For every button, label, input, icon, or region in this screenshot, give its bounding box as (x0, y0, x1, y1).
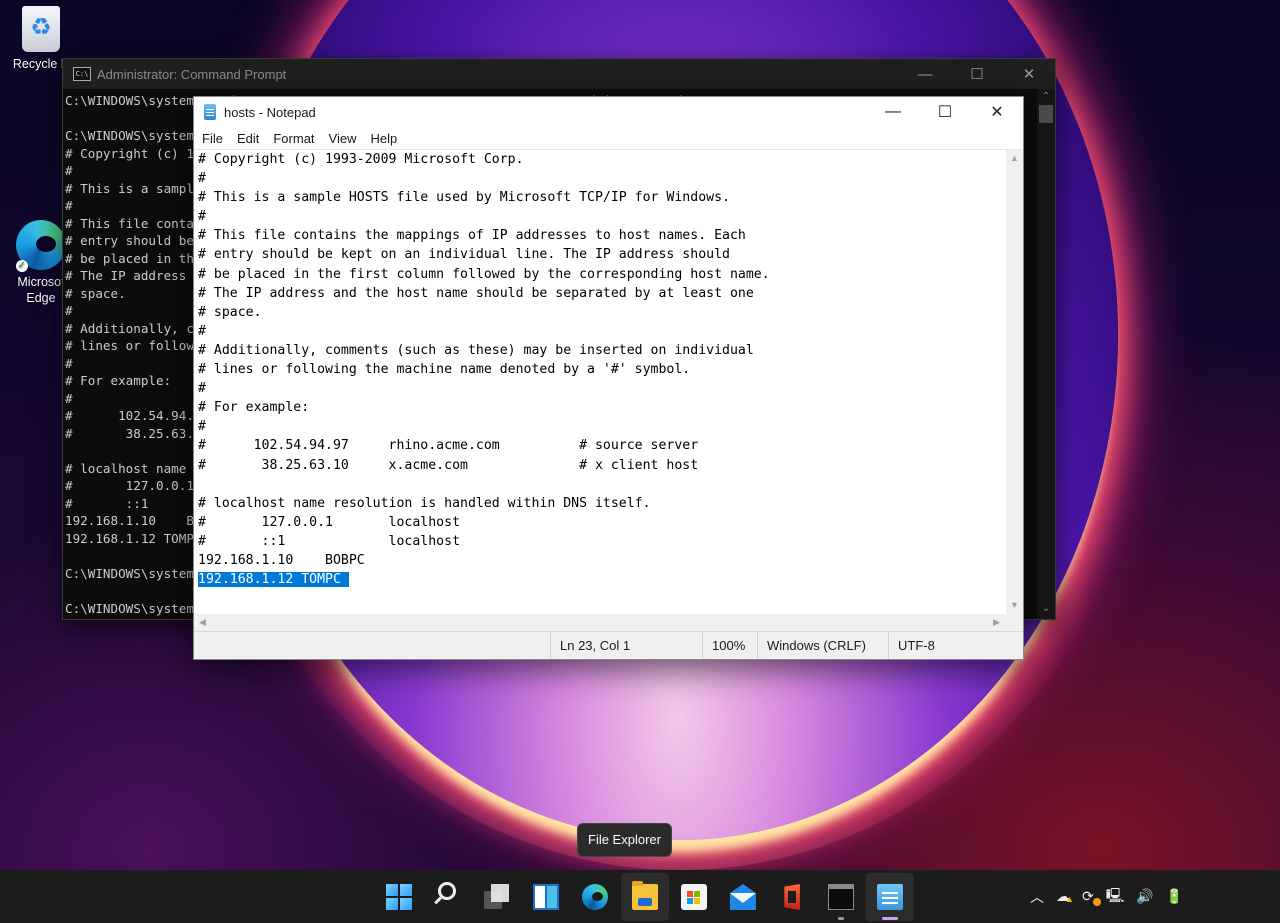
windows-start-icon (385, 884, 412, 910)
notepad-icon (877, 884, 904, 910)
taskbar-cmd-button[interactable] (817, 873, 865, 921)
text-line: # This file contains the mappings of IP … (198, 228, 746, 244)
text-line: # For example: (198, 400, 310, 416)
text-line: # (198, 419, 206, 435)
volume-icon[interactable]: 🔊 (1136, 888, 1153, 905)
onedrive-warning-icon[interactable]: ☁ (1056, 888, 1074, 905)
text-line: 192.168.1.12 TOMPC (198, 570, 1002, 589)
scroll-right-arrow-icon[interactable]: ▶ (993, 614, 1000, 631)
taskbar-task-view-button[interactable] (473, 873, 521, 921)
status-position: Ln 23, Col 1 (550, 632, 704, 659)
notepad-maximize-button[interactable]: ☐ (919, 102, 971, 122)
chevron-down-icon[interactable]: ⌄ (1037, 601, 1055, 617)
recycle-bin-icon (22, 6, 60, 52)
notepad-vertical-scrollbar[interactable]: ▲ ▼ (1006, 150, 1023, 614)
text-line: # (198, 171, 206, 187)
selected-text[interactable]: 192.168.1.12 TOMPC (198, 572, 349, 588)
text-line: # 102.54.94.97 rhino.acme.com # source s… (198, 438, 699, 454)
notepad-window[interactable]: hosts - Notepad — ☐ ✕ File Edit Format V… (193, 96, 1024, 660)
text-line: # This is a sample HOSTS file used by Mi… (198, 190, 730, 206)
taskbar-edge-button[interactable] (571, 873, 619, 921)
notepad-close-button[interactable]: ✕ (971, 102, 1023, 122)
taskbar-tooltip: File Explorer (577, 823, 672, 857)
running-indicator (838, 917, 845, 920)
text-line: # The IP address and the host name shoul… (198, 285, 754, 301)
network-icon[interactable]: 🖳 (1106, 885, 1125, 909)
cmd-maximize-button[interactable]: ☐ (951, 65, 1003, 83)
text-line: # ::1 localhost (198, 533, 461, 549)
mail-icon (729, 884, 756, 910)
notepad-horizontal-scrollbar[interactable]: ◀ ▶ (194, 614, 1006, 631)
menu-view[interactable]: View (322, 131, 364, 146)
menu-edit[interactable]: Edit (230, 131, 266, 146)
active-indicator (882, 917, 899, 920)
taskbar-mail-button[interactable] (719, 873, 767, 921)
taskbar-file-explorer-button[interactable] (620, 873, 669, 921)
menu-file[interactable]: File (194, 131, 230, 146)
edge-icon (582, 884, 609, 910)
scrollbar-corner (1006, 614, 1023, 631)
notepad-text-area[interactable]: # Copyright (c) 1993-2009 Microsoft Corp… (194, 150, 1006, 614)
text-line: # (198, 209, 206, 225)
taskbar-office-button[interactable] (768, 873, 816, 921)
status-line-ending: Windows (CRLF) (757, 632, 889, 659)
terminal-icon (828, 884, 855, 910)
text-line: # Copyright (c) 1993-2009 Microsoft Corp… (198, 152, 524, 167)
cmd-app-icon: C:\ (73, 67, 91, 81)
scroll-left-arrow-icon[interactable]: ◀ (199, 614, 206, 631)
cmd-close-button[interactable]: ✕ (1003, 65, 1055, 83)
menu-format[interactable]: Format (266, 131, 321, 146)
taskbar-notepad-button[interactable] (866, 873, 915, 921)
taskbar-widgets-button[interactable] (522, 873, 570, 921)
taskbar: ︿ ☁ ⟳ 🖳 🔊 🔋 (0, 870, 1280, 923)
notepad-app-icon (204, 104, 216, 120)
text-line: # (198, 323, 206, 339)
sync-icon[interactable]: ⟳ (1082, 888, 1101, 906)
chevron-up-icon[interactable]: ⌃ (1037, 89, 1055, 105)
cmd-titlebar[interactable]: C:\ Administrator: Command Prompt — ☐ ✕ (63, 59, 1055, 89)
text-line: # lines or following the machine name de… (198, 362, 691, 378)
text-line: # 38.25.63.10 x.acme.com # x client host (198, 457, 699, 473)
cmd-minimize-button[interactable]: — (899, 66, 951, 83)
chevron-up-icon[interactable]: ︿ (1030, 887, 1044, 907)
scroll-up-arrow-icon[interactable]: ▲ (1006, 150, 1023, 167)
notepad-titlebar[interactable]: hosts - Notepad — ☐ ✕ (194, 97, 1023, 127)
cmd-scrollbar[interactable]: ⌃ ⌄ (1037, 89, 1055, 619)
cmd-scrollbar-thumb[interactable] (1039, 105, 1053, 123)
scroll-down-arrow-icon[interactable]: ▼ (1006, 597, 1023, 614)
text-line: # (198, 381, 206, 397)
notepad-statusbar: Ln 23, Col 1 100% Windows (CRLF) UTF-8 (194, 631, 1023, 659)
battery-charging-icon[interactable]: 🔋 (1166, 888, 1183, 905)
widgets-icon (533, 884, 560, 910)
system-tray: ︿ ☁ ⟳ 🖳 🔊 🔋 (1030, 870, 1183, 923)
menu-help[interactable]: Help (363, 131, 404, 146)
taskbar-start-button[interactable] (375, 873, 423, 921)
task-view-icon (483, 884, 510, 910)
text-line: # localhost name resolution is handled w… (198, 495, 651, 511)
notepad-title: hosts - Notepad (224, 104, 316, 120)
sync-check-icon: ✓ (16, 260, 28, 272)
office-icon (784, 884, 800, 910)
text-line: # space. (198, 304, 262, 320)
store-icon (680, 884, 707, 910)
status-zoom: 100% (702, 632, 758, 659)
text-line: 192.168.1.10 BOBPC (198, 552, 365, 568)
text-line (198, 475, 1002, 494)
status-encoding: UTF-8 (888, 632, 1018, 659)
text-line: # Additionally, comments (such as these)… (198, 342, 754, 358)
text-line: # 127.0.0.1 localhost (198, 514, 461, 530)
notepad-minimize-button[interactable]: — (867, 103, 919, 121)
notepad-menubar: File Edit Format View Help (194, 127, 1023, 150)
text-line: # entry should be kept on an individual … (198, 247, 730, 263)
cmd-title: Administrator: Command Prompt (97, 66, 287, 82)
taskbar-store-button[interactable] (670, 873, 718, 921)
text-line: # be placed in the first column followed… (198, 266, 770, 282)
search-icon (437, 882, 456, 900)
taskbar-search-button[interactable] (424, 873, 472, 921)
folder-icon (631, 881, 658, 910)
